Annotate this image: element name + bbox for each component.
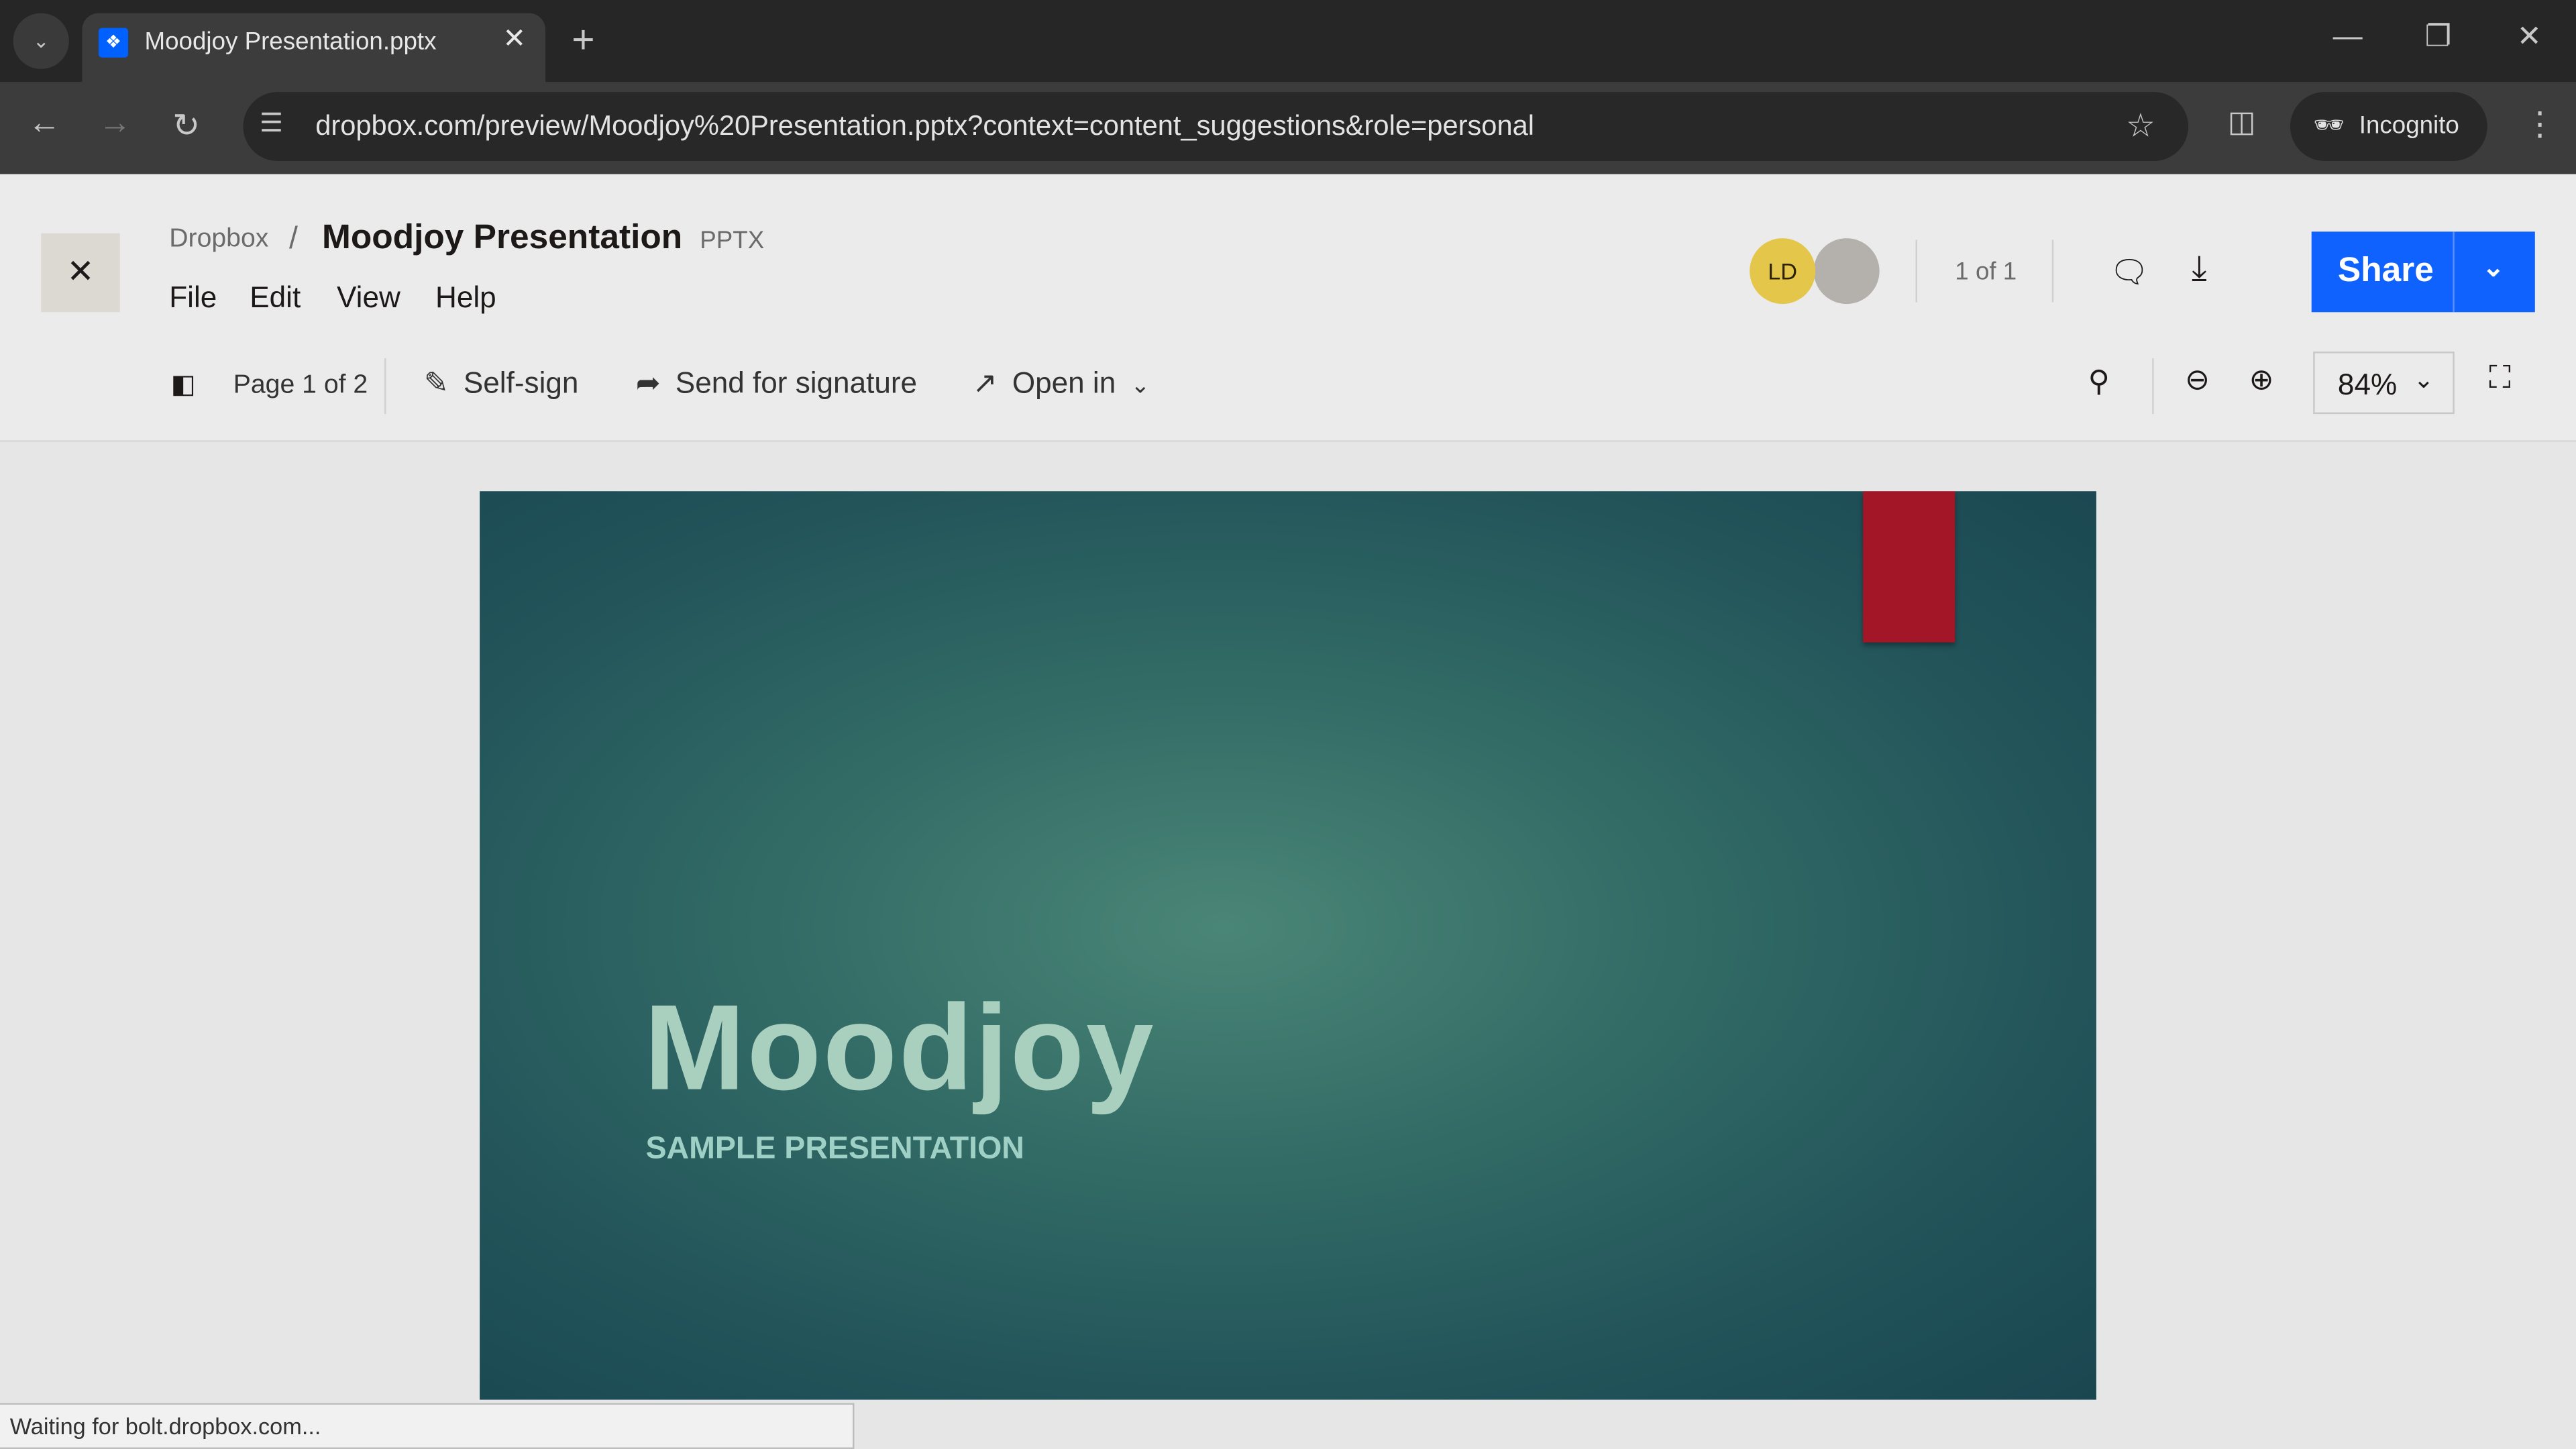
slide-subtitle: SAMPLE PRESENTATION	[645, 1132, 1024, 1167]
share-options-chevron-icon[interactable]: ⌄	[2482, 252, 2504, 284]
browser-window: ⌄ ❖ Moodjoy Presentation.pptx ✕ + — ❐ ✕ …	[0, 0, 2576, 1449]
browser-menu-icon[interactable]: ⋮	[2524, 103, 2557, 144]
send-for-signature-label: Send for signature	[675, 366, 918, 400]
fullscreen-icon[interactable]: ⛶	[2489, 362, 2511, 398]
download-icon[interactable]: ⤓	[2192, 250, 2207, 289]
zoom-level-value: 84%	[2337, 368, 2398, 401]
status-bar: Waiting for bolt.dropbox.com...	[0, 1403, 855, 1449]
comment-icon[interactable]: 🗨	[2110, 253, 2149, 292]
share-button[interactable]: Share ⌄	[2311, 231, 2535, 313]
user-avatar-placeholder-icon[interactable]	[1813, 238, 1880, 305]
external-link-icon: ↗	[972, 366, 998, 400]
address-bar[interactable]: ☰ dropbox.com/preview/Moodjoy%20Presenta…	[243, 92, 2189, 162]
new-tab-icon[interactable]: +	[572, 18, 594, 64]
incognito-label: Incognito	[2359, 111, 2459, 140]
zoom-in-icon[interactable]: ⊕	[2249, 363, 2274, 397]
share-label: Share	[2337, 251, 2434, 290]
dropbox-favicon-icon: ❖	[98, 28, 129, 58]
divider	[2453, 231, 2455, 313]
reload-icon[interactable]: ↻	[172, 105, 200, 146]
file-type: PPTX	[700, 226, 765, 255]
preview-header: ✕ Dropbox / Moodjoy Presentation PPTX Fi…	[0, 174, 2576, 442]
close-preview-button[interactable]: ✕	[41, 233, 120, 313]
zoom-out-icon[interactable]: ⊖	[2185, 363, 2210, 397]
tab-title: Moodjoy Presentation.pptx	[144, 28, 437, 56]
send-icon: ➦	[635, 366, 661, 400]
breadcrumb-dropbox[interactable]: Dropbox	[169, 225, 268, 255]
tab-bar: ⌄ ❖ Moodjoy Presentation.pptx ✕ + — ❐ ✕	[0, 0, 2576, 83]
avatar-ld[interactable]: LD	[1750, 238, 1816, 305]
divider	[2152, 358, 2154, 415]
chevron-down-icon: ⌄	[2413, 366, 2434, 394]
zoom-level-select[interactable]: 84% ⌄	[2313, 352, 2455, 415]
self-sign-label: Self-sign	[463, 366, 579, 400]
file-title: Moodjoy Presentation	[322, 218, 683, 257]
send-for-signature-button[interactable]: ➦ Send for signature	[636, 366, 917, 400]
divider	[384, 358, 386, 415]
menu-help[interactable]: Help	[435, 281, 496, 315]
divider	[2051, 239, 2054, 303]
slide-title: Moodjoy	[644, 979, 1156, 1116]
menu-edit[interactable]: Edit	[250, 281, 301, 315]
sidebar-toggle-icon[interactable]: ◧	[171, 368, 196, 401]
tab-search-chevron-icon[interactable]: ⌄	[13, 13, 69, 69]
chevron-down-icon: ⌄	[1130, 371, 1150, 398]
restore-icon[interactable]: ❐	[2425, 19, 2452, 54]
window-close-icon[interactable]: ✕	[2517, 19, 2542, 54]
address-row: ← → ↻ ☰ dropbox.com/preview/Moodjoy%20Pr…	[0, 82, 2576, 174]
menu-view[interactable]: View	[337, 281, 400, 315]
menu-file[interactable]: File	[169, 281, 217, 315]
red-accent-tab	[1863, 491, 1955, 643]
close-icon: ✕	[66, 254, 95, 291]
minimize-icon[interactable]: —	[2333, 19, 2363, 54]
incognito-badge[interactable]: 🕶 Incognito	[2290, 92, 2487, 162]
breadcrumb-separator: /	[289, 221, 298, 257]
version-count[interactable]: 1 of 1	[1955, 258, 2017, 286]
browser-tab[interactable]: ❖ Moodjoy Presentation.pptx ✕	[82, 13, 546, 83]
tab-close-icon[interactable]: ✕	[502, 23, 526, 56]
open-in-label: Open in	[1012, 366, 1116, 400]
url-text[interactable]: dropbox.com/preview/Moodjoy%20Presentati…	[315, 110, 1534, 143]
signature-pen-icon: ✎	[423, 366, 449, 400]
search-icon[interactable]: ⚲	[2088, 365, 2110, 399]
site-settings-icon[interactable]: ☰	[260, 107, 283, 140]
slide-preview: Moodjoy SAMPLE PRESENTATION	[480, 491, 2096, 1400]
open-in-button[interactable]: ↗ Open in ⌄	[973, 366, 1150, 400]
page-indicator: Page 1 of 2	[233, 371, 368, 400]
side-panel-icon[interactable]: ◫	[2228, 105, 2256, 140]
back-icon[interactable]: ←	[28, 105, 61, 143]
forward-icon[interactable]: →	[99, 105, 131, 143]
bookmark-star-icon[interactable]: ☆	[2126, 105, 2155, 146]
incognito-icon: 🕶	[2313, 111, 2345, 140]
self-sign-button[interactable]: ✎ Self-sign	[424, 366, 579, 400]
divider	[1915, 239, 1917, 303]
